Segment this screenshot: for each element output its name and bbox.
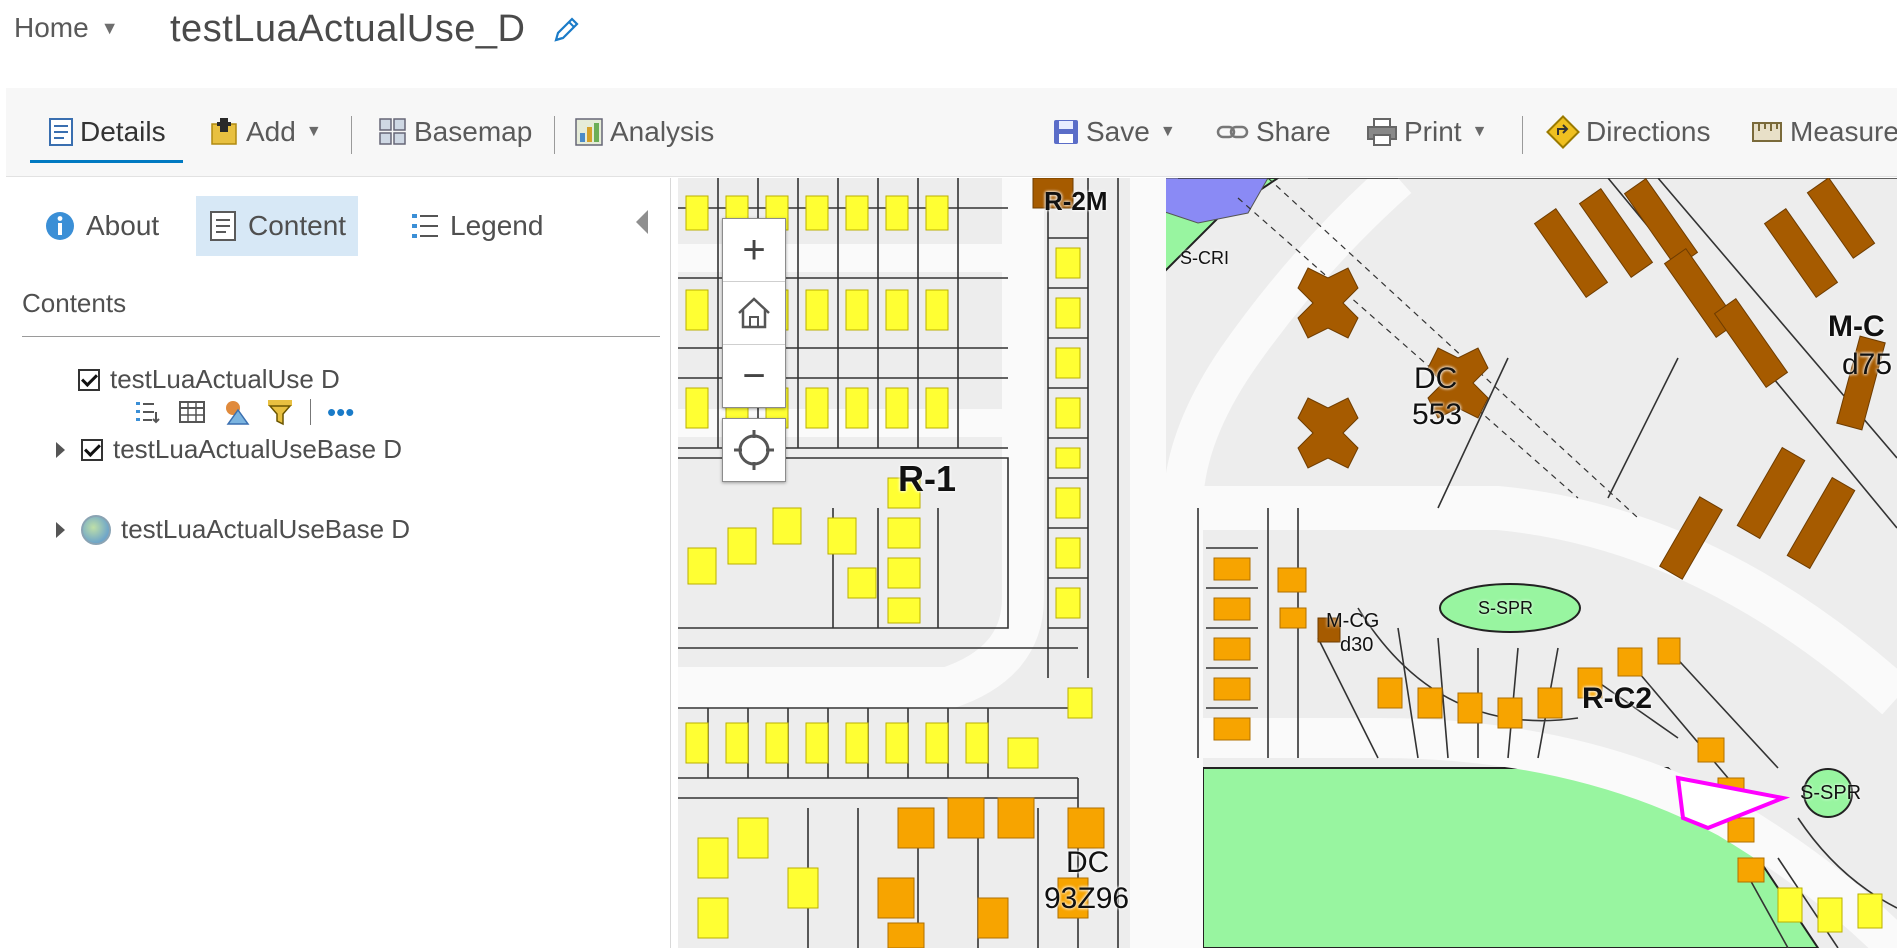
zoom-controls: + − <box>722 218 786 408</box>
directions-icon <box>1546 115 1580 149</box>
expand-arrow-icon[interactable] <box>56 441 65 458</box>
layer-visibility-checkbox[interactable] <box>81 438 103 461</box>
more-options-icon[interactable]: ••• <box>327 399 354 425</box>
basemap-label: Basemap <box>414 116 533 147</box>
add-layer-icon <box>211 118 237 145</box>
home-label: Home <box>14 12 89 43</box>
layer-item[interactable]: testLuaActualUse D <box>78 364 340 395</box>
legend-list-icon <box>412 214 438 238</box>
link-icon <box>1216 125 1249 139</box>
map-title: testLuaActualUse_D <box>170 8 526 50</box>
analysis-icon <box>575 118 603 146</box>
toolbar-divider <box>351 116 352 154</box>
toolbar: Details Add ▼ Basemap Analysis Save ▼ Sh… <box>6 88 1897 177</box>
zone-label: R-C2 <box>1582 682 1653 715</box>
tools-divider <box>310 399 311 425</box>
add-button[interactable]: Add ▼ <box>210 112 322 152</box>
zone-label: d75 <box>1842 348 1893 381</box>
chevron-down-icon: ▼ <box>305 123 322 140</box>
measure-label: Measure <box>1790 116 1897 147</box>
collapse-panel-arrow-icon[interactable] <box>636 210 648 234</box>
floppy-disk-icon <box>1054 120 1078 144</box>
chevron-down-icon: ▼ <box>1471 123 1488 140</box>
zone-label: M-CG <box>1326 610 1380 632</box>
layer-name: testLuaActualUseBase D <box>113 434 403 464</box>
zone-label: M-C <box>1828 310 1885 343</box>
title-bar: Home ▼ testLuaActualUse_D <box>0 0 1897 80</box>
expand-arrow-icon[interactable] <box>56 521 65 538</box>
measure-ruler-icon <box>1752 122 1782 142</box>
zoom-in-button[interactable]: + <box>723 219 785 282</box>
print-label: Print <box>1404 116 1462 147</box>
print-button[interactable]: Print ▼ <box>1366 112 1487 152</box>
directions-button[interactable]: Directions <box>1546 112 1710 152</box>
save-button[interactable]: Save ▼ <box>1052 112 1176 152</box>
attribute-table-icon[interactable] <box>178 398 206 426</box>
tab-legend[interactable]: Legend <box>398 196 555 256</box>
info-icon <box>46 212 74 240</box>
zone-label: R-1 <box>898 458 957 499</box>
layer-name: testLuaActualUseBase D <box>121 514 411 544</box>
measure-button[interactable]: Measure <box>1750 112 1897 152</box>
basemap-button[interactable]: Basemap <box>378 112 532 152</box>
tab-about-label: About <box>86 210 160 241</box>
details-icon <box>49 118 73 146</box>
layer-item[interactable]: testLuaActualUseBase D <box>56 514 410 545</box>
zone-label: d30 <box>1340 634 1374 656</box>
map-canvas[interactable] <box>678 178 1897 948</box>
details-label: Details <box>80 116 166 147</box>
map-view[interactable]: R-2M S-CRI DC 553 M-C d75 R-1 S-SPR M-CG… <box>678 178 1897 948</box>
zone-label: S-SPR <box>1478 598 1534 618</box>
directions-label: Directions <box>1586 116 1711 147</box>
contents-heading: Contents <box>22 288 127 318</box>
pencil-icon[interactable] <box>550 14 582 46</box>
basemap-globe-icon <box>81 514 111 545</box>
layer-tools: ••• <box>134 398 354 426</box>
details-button[interactable]: Details <box>48 112 166 152</box>
layer-visibility-checkbox[interactable] <box>78 368 100 391</box>
tab-about[interactable]: About <box>32 196 171 256</box>
tab-content[interactable]: Content <box>196 196 359 256</box>
chevron-down-icon: ▼ <box>1159 123 1176 140</box>
chevron-down-icon: ▼ <box>100 17 119 38</box>
crosshair-locate-icon <box>734 430 774 470</box>
zone-label: R-2M <box>1044 186 1108 216</box>
filter-icon[interactable] <box>266 398 294 426</box>
zone-label: 93Z96 <box>1044 882 1130 915</box>
zone-label: S-SPR <box>1800 782 1862 804</box>
home-icon <box>738 297 770 329</box>
analysis-label: Analysis <box>610 116 715 147</box>
save-label: Save <box>1086 116 1150 147</box>
basemap-grid-icon <box>379 118 406 145</box>
show-legend-icon[interactable] <box>134 398 162 426</box>
details-panel: About Content Legend Contents testLuaAct… <box>6 178 671 948</box>
change-style-icon[interactable] <box>222 398 250 426</box>
analysis-button[interactable]: Analysis <box>574 112 714 152</box>
details-active-indicator <box>30 160 183 163</box>
share-button[interactable]: Share <box>1216 112 1331 152</box>
add-label: Add <box>246 116 296 147</box>
zone-label: DC <box>1066 846 1110 879</box>
layer-name: testLuaActualUse D <box>110 364 340 394</box>
home-extent-button[interactable] <box>723 282 785 345</box>
zone-label: S-CRI <box>1180 248 1229 268</box>
zone-label: 553 <box>1412 398 1463 431</box>
tab-content-label: Content <box>248 210 347 241</box>
content-list-icon <box>210 211 236 241</box>
locate-button[interactable] <box>722 418 786 482</box>
toolbar-divider <box>554 116 555 154</box>
divider <box>22 336 660 337</box>
layer-item[interactable]: testLuaActualUseBase D <box>56 434 402 465</box>
tab-legend-label: Legend <box>450 210 544 241</box>
home-menu[interactable]: Home ▼ <box>14 12 119 44</box>
printer-icon <box>1367 118 1397 146</box>
zoom-out-button[interactable]: − <box>723 345 785 407</box>
share-label: Share <box>1256 116 1331 147</box>
zone-label: DC <box>1414 362 1458 395</box>
toolbar-divider <box>1522 116 1523 154</box>
